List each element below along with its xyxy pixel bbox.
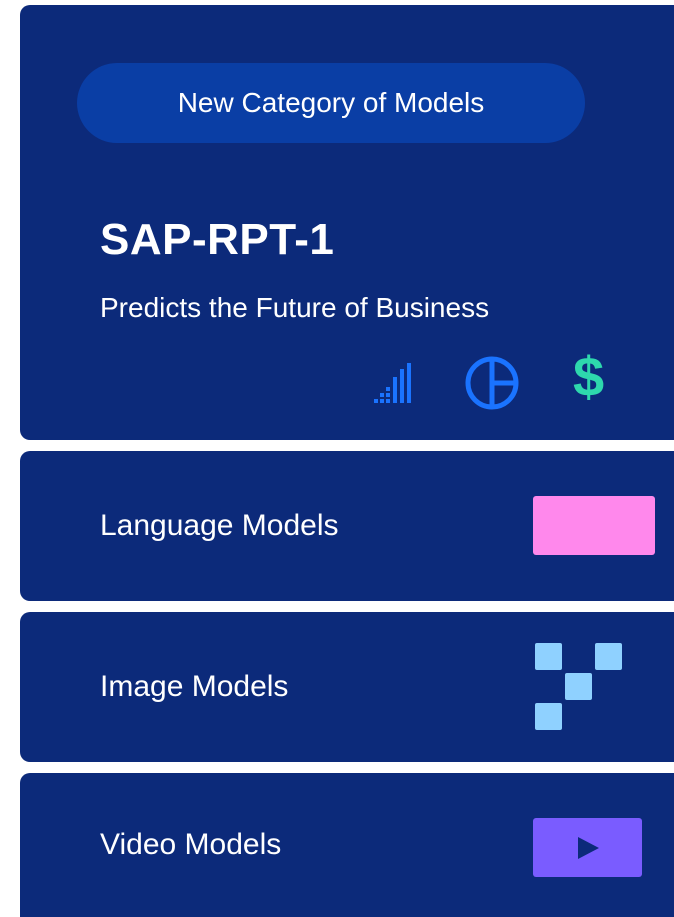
pixel-square [535,703,562,730]
play-icon [578,837,599,859]
model-title: SAP-RPT-1 [100,215,335,264]
signal-bars-icon [374,363,411,403]
pie-chart-icon [465,356,519,410]
image-models-card[interactable]: Image Models [20,612,674,762]
video-models-card[interactable]: Video Models [20,773,674,917]
pixel-square [535,643,562,670]
pink-rectangle-icon [533,496,655,555]
pixel-square [595,643,622,670]
image-models-label: Image Models [100,670,289,703]
pixel-square [565,673,592,700]
category-badge: New Category of Models [77,63,585,143]
video-thumbnail [533,818,642,877]
language-models-label: Language Models [100,509,339,542]
pixel-squares-icon [533,643,625,735]
model-subtitle: Predicts the Future of Business [100,292,490,323]
hero-card: New Category of Models SAP-RPT-1 Predict… [20,5,674,440]
video-models-label: Video Models [100,828,282,861]
language-models-card[interactable]: Language Models [20,451,674,601]
dollar-icon: $ [573,345,605,408]
